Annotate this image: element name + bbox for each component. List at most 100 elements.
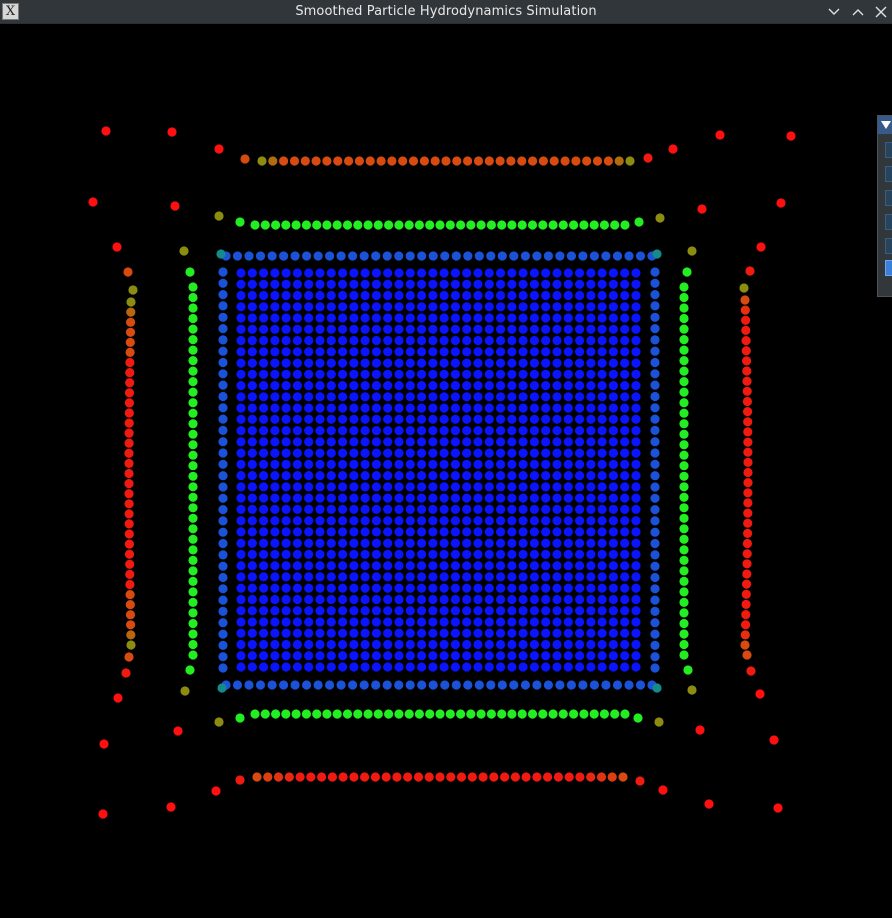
particle: [326, 617, 336, 627]
particle: [247, 381, 257, 391]
particle: [315, 628, 325, 638]
particle: [589, 251, 600, 261]
particle: [739, 283, 749, 293]
particle: [597, 279, 607, 289]
particle: [496, 493, 506, 503]
particle: [742, 396, 753, 407]
particle: [608, 347, 619, 357]
particle: [188, 440, 198, 450]
particle: [428, 437, 438, 447]
particle: [592, 156, 603, 166]
particle: [620, 459, 630, 469]
particle: [586, 493, 596, 503]
particle: [218, 278, 228, 288]
particle: [381, 772, 391, 782]
particle: [315, 403, 325, 413]
particle: [484, 392, 494, 402]
particle: [439, 471, 449, 481]
particle: [552, 606, 562, 616]
particle: [270, 561, 280, 571]
particle: [439, 594, 449, 605]
particle: [270, 628, 280, 638]
particle: [650, 652, 660, 662]
particle: [338, 459, 348, 469]
particle: [496, 549, 506, 560]
particle: [322, 709, 332, 719]
particle: [304, 414, 314, 424]
particle: [185, 267, 195, 277]
particle: [563, 493, 573, 503]
particle: [360, 358, 370, 368]
particle: [484, 549, 494, 560]
particle: [383, 335, 393, 346]
particle: [270, 549, 280, 560]
particle: [507, 335, 517, 346]
particle: [292, 392, 302, 402]
particle: [563, 561, 573, 571]
particle: [507, 482, 517, 492]
x11-app-icon[interactable]: X: [2, 3, 19, 20]
particle: [405, 459, 415, 469]
particle: [383, 448, 393, 458]
particle: [417, 381, 427, 391]
particle: [697, 204, 707, 214]
particle: [597, 437, 607, 447]
particle: [292, 572, 302, 582]
particle: [259, 594, 269, 605]
particle: [597, 594, 607, 605]
particle: [586, 290, 596, 301]
title-bar[interactable]: X Smoothed Particle Hydrodynamics Simula…: [0, 0, 892, 24]
panel-row[interactable]: [885, 190, 892, 206]
close-button[interactable]: [872, 3, 890, 21]
particle: [518, 279, 528, 289]
particle: [529, 279, 540, 289]
panel-header[interactable]: [878, 116, 892, 134]
particle: [188, 566, 198, 576]
particle: [541, 583, 551, 593]
particle: [384, 709, 394, 719]
particle: [608, 403, 619, 413]
particle: [620, 358, 630, 368]
particle: [439, 313, 449, 323]
panel-row[interactable]: [885, 238, 892, 254]
particle: [462, 651, 472, 661]
panel-row[interactable]: [885, 142, 892, 158]
particle: [188, 366, 198, 376]
particle: [742, 569, 752, 579]
particle: [507, 538, 517, 548]
particle: [507, 426, 517, 436]
particle: [236, 482, 246, 492]
particle: [306, 772, 316, 782]
particle: [218, 414, 228, 424]
particle: [740, 630, 750, 640]
panel-row[interactable]: [885, 166, 892, 182]
particle: [566, 680, 577, 690]
particle: [439, 628, 449, 638]
simulation-canvas[interactable]: [0, 25, 892, 918]
particle: [484, 279, 494, 289]
particle: [417, 617, 427, 627]
particle: [496, 459, 506, 469]
particle: [679, 419, 689, 429]
particle: [529, 572, 540, 582]
control-panel[interactable]: [877, 115, 892, 297]
particle: [496, 290, 506, 301]
particle: [250, 220, 260, 230]
particle: [463, 251, 473, 261]
panel-row[interactable]: [885, 214, 892, 230]
particle: [496, 313, 506, 323]
particle: [383, 662, 393, 672]
maximize-button[interactable]: [849, 3, 867, 21]
panel-row-active[interactable]: [885, 260, 892, 276]
particle: [304, 628, 314, 638]
particle: [338, 504, 348, 514]
particle: [281, 493, 291, 503]
triangle-down-icon[interactable]: [881, 121, 891, 129]
particle: [586, 482, 596, 492]
particle: [371, 437, 381, 447]
particle: [620, 651, 630, 661]
particle: [236, 302, 246, 312]
minimize-button[interactable]: [825, 3, 843, 21]
particle: [473, 527, 483, 537]
particle: [597, 482, 607, 492]
